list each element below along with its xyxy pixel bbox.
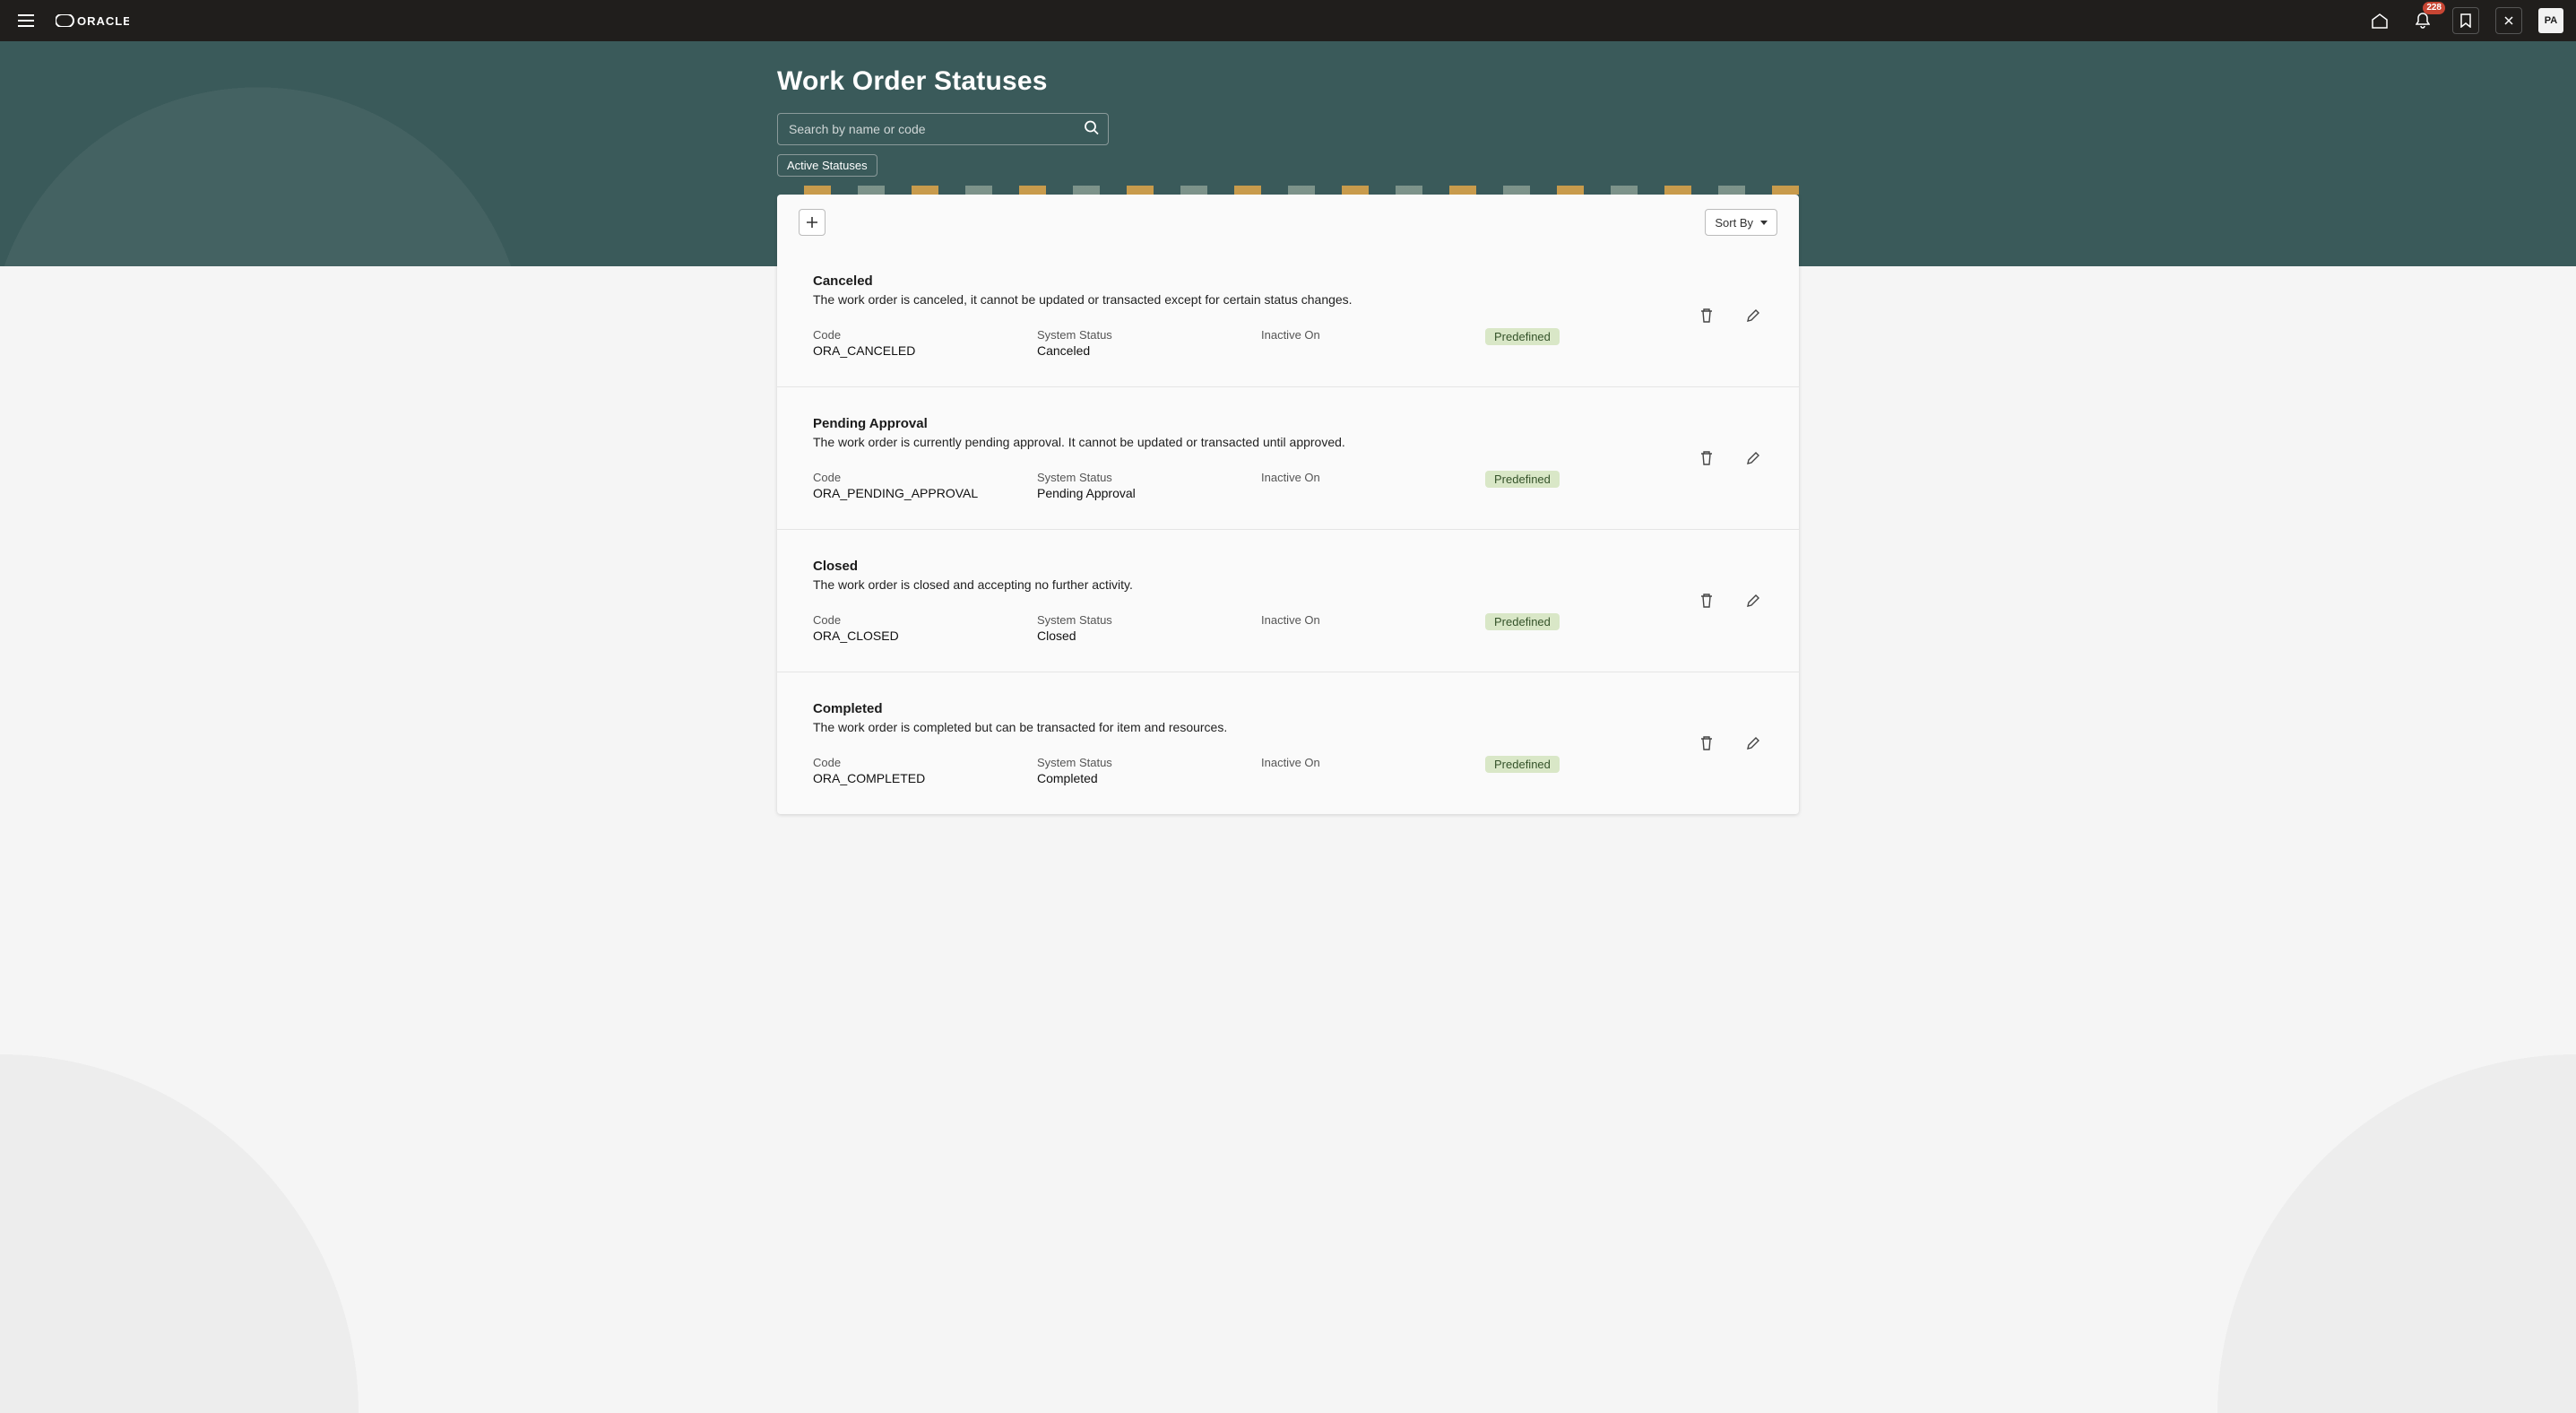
status-list-panel: Sort By Canceled The work order is cance… (777, 195, 1799, 814)
menu-icon[interactable] (13, 7, 39, 34)
search-input[interactable] (777, 113, 1109, 145)
search-icon[interactable] (1084, 120, 1100, 139)
svg-text:ORACLE: ORACLE (77, 14, 129, 27)
help-icon[interactable] (2495, 7, 2522, 34)
brand-logo[interactable]: ORACLE (56, 14, 129, 27)
system-status-value: Closed (1037, 628, 1261, 643)
system-status-label: System Status (1037, 756, 1261, 769)
system-status-value: Completed (1037, 771, 1261, 785)
delete-icon[interactable] (1697, 591, 1716, 611)
page-title: Work Order Statuses (777, 66, 1799, 97)
delete-icon[interactable] (1697, 448, 1716, 468)
delete-icon[interactable] (1697, 306, 1716, 325)
code-label: Code (813, 613, 1037, 627)
code-value: ORA_CANCELED (813, 343, 1037, 358)
status-row: Pending Approval The work order is curre… (777, 387, 1799, 530)
filter-chip-active-statuses[interactable]: Active Statuses (777, 154, 877, 177)
avatar[interactable]: PA (2538, 8, 2563, 33)
system-status-value: Pending Approval (1037, 486, 1261, 500)
predefined-badge: Predefined (1485, 328, 1560, 345)
search-box (777, 113, 1109, 145)
status-description: The work order is completed but can be t… (813, 720, 1763, 734)
code-label: Code (813, 471, 1037, 484)
status-row: Canceled The work order is canceled, it … (777, 245, 1799, 387)
decorative-strip (777, 186, 1799, 195)
predefined-badge: Predefined (1485, 471, 1560, 488)
status-row: Closed The work order is closed and acce… (777, 530, 1799, 672)
predefined-badge: Predefined (1485, 756, 1560, 773)
system-status-label: System Status (1037, 471, 1261, 484)
status-name: Pending Approval (813, 416, 1763, 431)
chevron-down-icon (1760, 221, 1768, 225)
edit-icon[interactable] (1743, 591, 1763, 611)
notifications-icon[interactable]: 228 (2409, 7, 2436, 34)
status-description: The work order is closed and accepting n… (813, 577, 1763, 592)
code-value: ORA_COMPLETED (813, 771, 1037, 785)
add-button[interactable] (799, 209, 826, 236)
edit-icon[interactable] (1743, 306, 1763, 325)
status-description: The work order is currently pending appr… (813, 435, 1763, 449)
inactive-on-label: Inactive On (1261, 471, 1485, 484)
edit-icon[interactable] (1743, 733, 1763, 753)
code-label: Code (813, 756, 1037, 769)
status-name: Completed (813, 701, 1763, 716)
code-value: ORA_CLOSED (813, 628, 1037, 643)
system-status-label: System Status (1037, 328, 1261, 342)
predefined-badge: Predefined (1485, 613, 1560, 630)
inactive-on-label: Inactive On (1261, 613, 1485, 627)
bookmark-icon[interactable] (2452, 7, 2479, 34)
status-name: Canceled (813, 273, 1763, 289)
edit-icon[interactable] (1743, 448, 1763, 468)
topbar: ORACLE 228 PA (0, 0, 2576, 41)
delete-icon[interactable] (1697, 733, 1716, 753)
status-row: Completed The work order is completed bu… (777, 672, 1799, 814)
system-status-value: Canceled (1037, 343, 1261, 358)
status-description: The work order is canceled, it cannot be… (813, 292, 1763, 307)
code-value: ORA_PENDING_APPROVAL (813, 486, 1037, 500)
notification-badge: 228 (2423, 2, 2445, 14)
sort-by-label: Sort By (1715, 216, 1753, 230)
system-status-label: System Status (1037, 613, 1261, 627)
status-name: Closed (813, 559, 1763, 574)
home-icon[interactable] (2366, 7, 2393, 34)
sort-by-button[interactable]: Sort By (1705, 209, 1777, 236)
inactive-on-label: Inactive On (1261, 328, 1485, 342)
code-label: Code (813, 328, 1037, 342)
inactive-on-label: Inactive On (1261, 756, 1485, 769)
